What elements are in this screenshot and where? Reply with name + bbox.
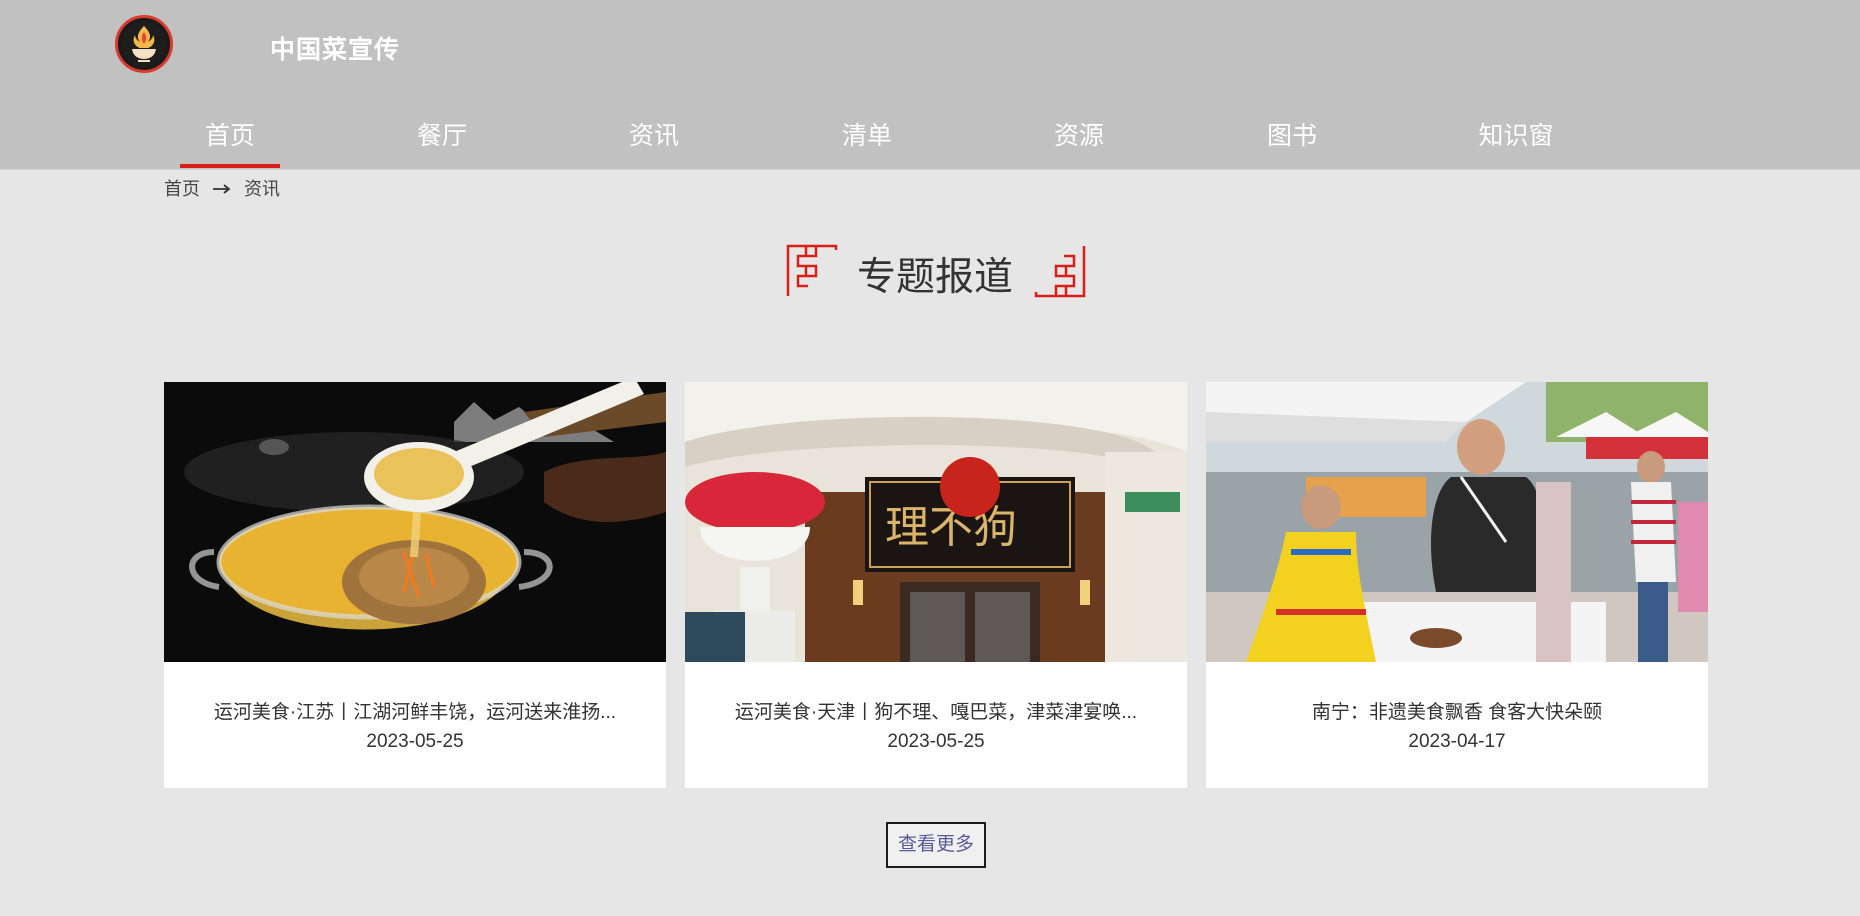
card-date: 2023-05-25: [887, 731, 985, 752]
nav-item-resources[interactable]: 资源: [1009, 116, 1149, 152]
arrow-right-icon: [213, 178, 236, 198]
article-card[interactable]: 南宁：非遗美食飘香 食客大快朵颐 2023-04-17: [1206, 382, 1708, 788]
fret-ornament-left-icon: [786, 244, 838, 296]
food-fair-photo[interactable]: [1206, 382, 1708, 662]
card-date: 2023-05-25: [366, 731, 464, 752]
section-title: 专题报道: [856, 256, 1013, 299]
section-header: 专题报道: [0, 240, 1860, 300]
article-card[interactable]: 理不狗 运河美食·天津丨狗不理、嘎巴菜，津菜津宴唤... 2023-05-25: [685, 382, 1187, 788]
card-date: 2023-04-17: [1408, 731, 1506, 752]
breadcrumb: 首页 资讯: [164, 175, 280, 201]
breadcrumb-home[interactable]: 首页: [164, 179, 200, 199]
nav-item-knowledge[interactable]: 知识窗: [1446, 116, 1586, 152]
site-header: 中国菜宣传 首页 餐厅 资讯 清单 资源 图书 知识窗: [0, 0, 1860, 170]
nav-item-lists[interactable]: 清单: [797, 116, 937, 152]
flame-bowl-logo-icon[interactable]: [115, 15, 173, 73]
nav-item-news[interactable]: 资讯: [584, 116, 724, 152]
site-title[interactable]: 中国菜宣传: [270, 30, 400, 66]
main-nav: 首页 餐厅 资讯 清单 资源 图书 知识窗: [0, 100, 1860, 169]
nav-item-books[interactable]: 图书: [1222, 116, 1362, 152]
nav-item-restaurants[interactable]: 餐厅: [372, 116, 512, 152]
nav-item-home[interactable]: 首页: [160, 116, 300, 168]
view-more-button[interactable]: 查看更多: [886, 822, 986, 868]
fret-ornament-right-icon: [1034, 246, 1086, 298]
card-title[interactable]: 运河美食·天津丨狗不理、嘎巴菜，津菜津宴唤...: [685, 697, 1187, 724]
article-card[interactable]: 运河美食·江苏丨江湖河鲜丰饶，运河送来淮扬... 2023-05-25: [164, 382, 666, 788]
restaurant-storefront-photo[interactable]: 理不狗: [685, 382, 1187, 662]
card-title[interactable]: 运河美食·江苏丨江湖河鲜丰饶，运河送来淮扬...: [164, 697, 666, 724]
card-title[interactable]: 南宁：非遗美食飘香 食客大快朵颐: [1206, 697, 1708, 724]
food-soup-photo[interactable]: [164, 382, 666, 662]
breadcrumb-current[interactable]: 资讯: [244, 179, 280, 199]
